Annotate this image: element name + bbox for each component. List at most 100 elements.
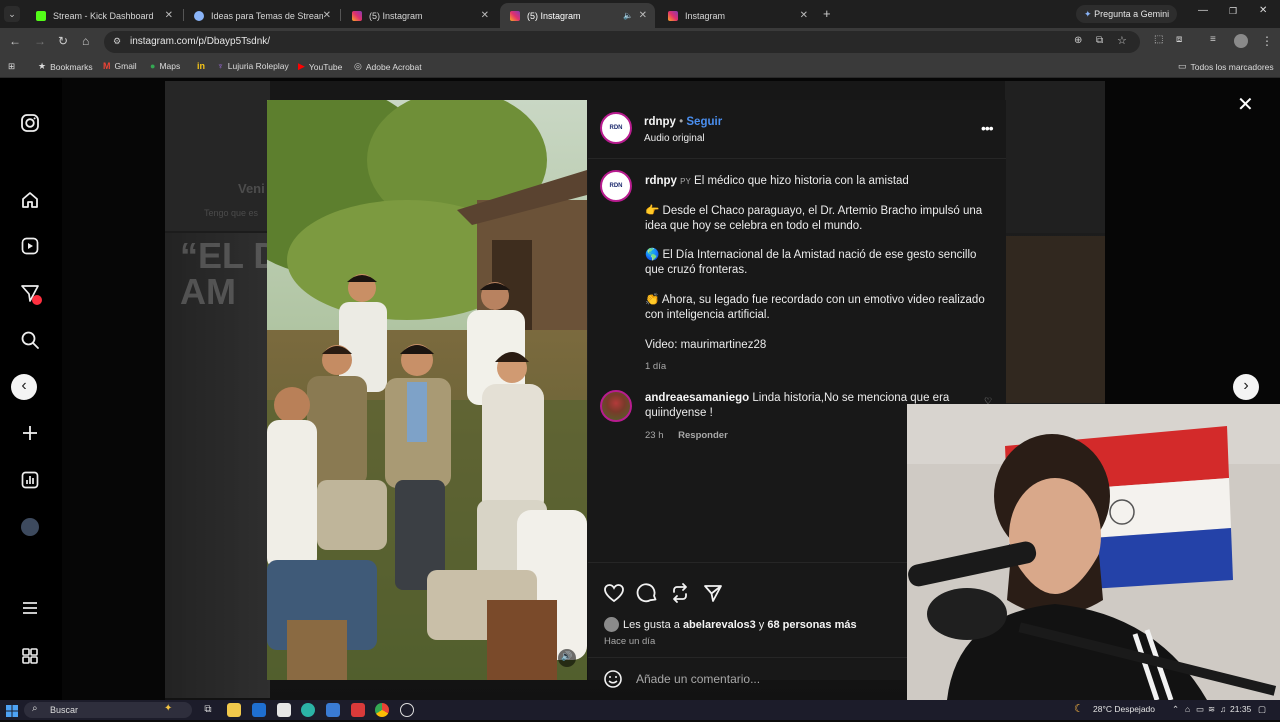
- comment-icon[interactable]: [636, 582, 658, 609]
- forward-icon[interactable]: →: [34, 34, 46, 48]
- volume-icon[interactable]: ♫: [1220, 704, 1226, 714]
- share-icon[interactable]: [702, 582, 724, 609]
- notepad-icon[interactable]: [277, 703, 291, 717]
- home-icon[interactable]: ⌂: [82, 34, 89, 48]
- likes-summary[interactable]: Les gusta a abelarevalos3 y 68 personas …: [623, 618, 857, 633]
- outlook-icon[interactable]: [252, 703, 266, 717]
- extensions-puzzle-icon[interactable]: ⧈: [1176, 34, 1182, 45]
- tab-instagram-3[interactable]: Instagram ✕: [658, 3, 816, 28]
- reels-icon[interactable]: [19, 236, 41, 258]
- vivaldi-icon[interactable]: [351, 703, 365, 717]
- tray-chevron-icon[interactable]: ⌃: [1172, 704, 1179, 715]
- dashboard-icon[interactable]: [19, 470, 41, 492]
- bookmark-item[interactable]: ● Maps: [150, 61, 180, 71]
- liker-avatar[interactable]: [604, 617, 619, 632]
- notifications-icon[interactable]: ▢: [1258, 704, 1266, 715]
- bookmark-item[interactable]: in: [197, 61, 209, 71]
- wifi-icon[interactable]: ≋: [1208, 704, 1215, 715]
- tab-instagram-active[interactable]: (5) Instagram 🔈 ✕: [500, 3, 655, 28]
- folder-icon: ▭: [1178, 61, 1187, 71]
- tab-separator: [340, 9, 341, 21]
- weather-icon[interactable]: ☾: [1074, 702, 1084, 715]
- commenter-avatar[interactable]: [600, 390, 632, 422]
- bookmark-star-icon[interactable]: ☆: [1117, 34, 1127, 47]
- home-icon[interactable]: [19, 190, 41, 212]
- caption-author-avatar[interactable]: RDN: [600, 170, 632, 202]
- next-post-button[interactable]: ›: [1233, 374, 1259, 400]
- author-username[interactable]: rdnpy: [644, 116, 676, 128]
- edge-icon[interactable]: [301, 703, 315, 717]
- zoom-icon[interactable]: ⊕: [1074, 35, 1082, 46]
- bookmark-item[interactable]: ◎ Adobe Acrobat: [354, 61, 422, 72]
- new-tab-button[interactable]: +: [823, 6, 831, 21]
- emoji-icon[interactable]: [603, 669, 623, 694]
- instagram-logo-icon[interactable]: [19, 113, 41, 135]
- repost-icon[interactable]: [669, 582, 691, 609]
- taskbar-search[interactable]: ⌕ Buscar ✦: [24, 702, 192, 718]
- audio-mute-icon[interactable]: 🔊: [561, 651, 572, 662]
- create-icon[interactable]: [19, 423, 41, 445]
- display-icon[interactable]: ▭: [1196, 704, 1204, 715]
- apps-grid-icon[interactable]: ⊞: [8, 61, 15, 72]
- speaker-icon[interactable]: 🔈: [623, 11, 633, 20]
- also-from-meta-icon[interactable]: [19, 646, 41, 668]
- bookmark-item[interactable]: M Gmail: [103, 61, 137, 71]
- audio-label[interactable]: Audio original: [644, 131, 705, 146]
- bookmark-item[interactable]: ★ Bookmarks: [38, 61, 93, 72]
- bookmark-item[interactable]: ♆ Lujuria Roleplay: [217, 61, 289, 71]
- profile-avatar[interactable]: [19, 516, 41, 538]
- reload-icon[interactable]: ↻: [58, 34, 68, 48]
- site-info-icon[interactable]: ⚙: [113, 36, 121, 47]
- window-close-button[interactable]: ✕: [1259, 5, 1267, 16]
- author-avatar[interactable]: RDN: [600, 112, 632, 144]
- url-text[interactable]: instagram.com/p/Dbayp5Tsdnk/: [130, 36, 270, 47]
- caption-title: rdnpy PY El médico que hizo historia con…: [645, 175, 909, 187]
- post-media[interactable]: 🔊: [267, 100, 587, 680]
- install-app-icon[interactable]: ⧉: [1096, 35, 1103, 46]
- more-menu-icon[interactable]: [19, 598, 41, 620]
- close-icon[interactable]: ✕: [481, 10, 489, 21]
- like-icon[interactable]: [603, 582, 625, 609]
- post-photo: [267, 100, 587, 680]
- follow-button[interactable]: Seguir: [686, 116, 722, 128]
- bookmark-item[interactable]: ▶ YouTube: [298, 61, 342, 72]
- messages-icon[interactable]: [19, 283, 42, 305]
- back-icon[interactable]: ←: [9, 34, 21, 48]
- task-view-icon[interactable]: ⧉: [201, 703, 215, 717]
- address-bar[interactable]: ⚙ instagram.com/p/Dbayp5Tsdnk/ ⊕ ⧉ ☆: [104, 31, 1140, 53]
- store-icon[interactable]: [326, 703, 340, 717]
- weather-text[interactable]: 28°C Despejado: [1093, 704, 1155, 714]
- gemini-button[interactable]: ✦ Pregunta a Gemini: [1076, 5, 1178, 23]
- post-age: 1 día: [645, 361, 667, 372]
- extension-icon[interactable]: ⬚: [1154, 34, 1163, 45]
- close-icon[interactable]: ✕: [323, 10, 331, 21]
- video-credit: Video: maurimartinez28: [645, 339, 767, 351]
- close-icon[interactable]: ✕: [800, 10, 808, 21]
- file-explorer-icon[interactable]: [227, 703, 241, 717]
- add-comment-input[interactable]: Añade un comentario...: [636, 672, 760, 687]
- search-icon[interactable]: [19, 330, 41, 352]
- tab-kick-dashboard[interactable]: Stream - Kick Dashboard ✕: [26, 3, 181, 28]
- profile-avatar[interactable]: [1234, 34, 1248, 48]
- maximize-button[interactable]: ❐: [1229, 6, 1237, 17]
- close-icon[interactable]: ✕: [639, 10, 647, 21]
- reply-button[interactable]: Responder: [678, 430, 728, 441]
- close-modal-icon[interactable]: ✕: [1237, 92, 1254, 117]
- minimize-button[interactable]: —: [1198, 5, 1208, 16]
- all-bookmarks-folder[interactable]: ▭ Todos los marcadores: [1178, 61, 1274, 72]
- menu-kebab-icon[interactable]: ⋮: [1261, 34, 1273, 48]
- search-highlight-icon: ✦: [164, 703, 173, 714]
- tab-search-button[interactable]: ⌄: [4, 6, 20, 22]
- tab-list-icon[interactable]: ≡: [1210, 34, 1216, 45]
- tab-instagram-1[interactable]: (5) Instagram ✕: [342, 3, 497, 28]
- network-icon[interactable]: ⌂: [1185, 704, 1190, 714]
- more-options-icon[interactable]: •••: [981, 120, 994, 136]
- close-icon[interactable]: ✕: [165, 10, 173, 21]
- clock[interactable]: 21:35: [1230, 704, 1251, 714]
- tab-ideas-stream[interactable]: Ideas para Temas de Stream - C ✕: [184, 3, 339, 28]
- chrome-icon[interactable]: [375, 703, 389, 717]
- obs-icon[interactable]: [400, 703, 414, 717]
- start-button[interactable]: [6, 704, 18, 717]
- comment-meta: 23 h Responder: [645, 430, 728, 441]
- previous-post-button[interactable]: ‹: [11, 374, 37, 400]
